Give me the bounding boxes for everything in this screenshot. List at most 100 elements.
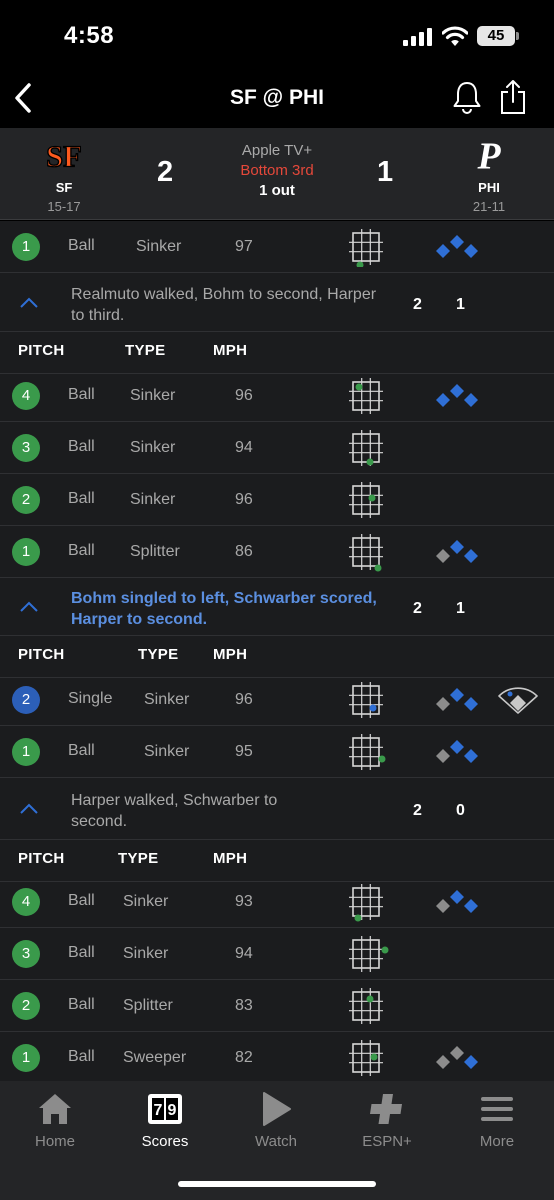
pitch-number-badge: 1 (12, 1044, 40, 1072)
pitch-speed: 95 (235, 743, 253, 760)
espn-plus-icon (370, 1094, 402, 1124)
tab-label: Watch (255, 1133, 297, 1150)
pitch-speed: 82 (235, 1049, 253, 1066)
play-description: Bohm singled to left, Schwarber scored, … (71, 590, 377, 628)
tab-label: More (479, 1133, 515, 1150)
header-pitch: PITCH (18, 646, 65, 663)
away-team[interactable]: SF SF 15-17 (24, 128, 104, 214)
collapse-chevron-icon[interactable] (18, 600, 40, 614)
game-score-header[interactable]: SF SF 15-17 2 Apple TV+ Bottom 3rd 1 out… (0, 128, 554, 220)
play-summary-row[interactable]: Realmuto walked, Bohm to second, Harper … (0, 274, 554, 332)
tab-watch[interactable]: Watch (221, 1091, 331, 1150)
pitch-row[interactable]: 4 Ball Sinker 96 (0, 370, 554, 422)
strike-zone-icon (348, 883, 384, 922)
pitch-number-badge: 2 (12, 992, 40, 1020)
pitch-row[interactable]: 1 Ball Sinker 97 (0, 221, 554, 273)
pitch-speed: 94 (235, 439, 253, 456)
pitch-type: Sweeper (123, 1049, 187, 1066)
away-runs: 2 (413, 600, 422, 617)
pitch-result: Ball (68, 944, 95, 961)
pitch-row[interactable]: 4 Ball Sinker 93 (0, 876, 554, 928)
menu-icon (481, 1097, 513, 1121)
svg-text:7: 7 (154, 1102, 163, 1119)
home-runs: 1 (456, 296, 465, 313)
pitch-row[interactable]: 1 Ball Splitter 86 (0, 526, 554, 578)
game-status: Apple TV+ Bottom 3rd 1 out (177, 142, 377, 199)
away-score: 2 (157, 156, 174, 188)
broadcast-network: Apple TV+ (241, 142, 313, 159)
pitch-row[interactable]: 2 Single Sinker 96 (0, 674, 554, 726)
play-description: Realmuto walked, Bohm to second, Harper … (71, 286, 377, 324)
home-team-abbr: PHI (478, 180, 500, 195)
pitch-row[interactable]: 2 Ball Splitter 83 (0, 980, 554, 1032)
scores-icon: 7 9 (148, 1094, 182, 1124)
pitch-number-badge: 1 (12, 233, 40, 261)
play-by-play-list[interactable]: 1 Ball Sinker 97 Realmuto walked, Bohm t… (0, 221, 554, 1081)
pitch-result: Ball (68, 237, 95, 254)
strike-zone-icon (348, 533, 384, 572)
strike-zone-icon (348, 987, 384, 1025)
tab-more[interactable]: More (442, 1091, 552, 1150)
tab-scores[interactable]: 7 9 Scores (110, 1091, 220, 1150)
pitch-result: Ball (68, 542, 95, 559)
pitch-row[interactable]: 1 Ball Sweeper 82 (0, 1032, 554, 1081)
away-runs: 2 (413, 802, 422, 819)
pitch-table-header: PITCH TYPE MPH (0, 636, 554, 678)
pitch-number-badge: 3 (12, 940, 40, 968)
pitch-type: Sinker (144, 691, 190, 708)
away-team-record: 15-17 (47, 199, 81, 214)
play-description: Harper walked, Schwarber to second. (71, 792, 278, 830)
play-summary-row[interactable]: Bohm singled to left, Schwarber scored, … (0, 578, 554, 636)
pitch-type: Sinker (136, 238, 182, 255)
pitch-result: Ball (68, 996, 95, 1013)
pitch-result: Ball (68, 386, 95, 403)
bell-icon[interactable] (452, 80, 482, 114)
strike-zone-icon (348, 935, 389, 973)
hit-location-icon[interactable] (496, 682, 540, 716)
pitch-row[interactable]: 3 Ball Sinker 94 (0, 422, 554, 474)
pitch-row[interactable]: 1 Ball Sinker 95 (0, 726, 554, 778)
pitch-row[interactable]: 2 Ball Sinker 96 (0, 474, 554, 526)
pitch-type: Sinker (123, 945, 169, 962)
home-icon (39, 1094, 71, 1124)
bases-icon (436, 688, 478, 711)
inning-status: Bottom 3rd (240, 162, 314, 179)
collapse-chevron-icon[interactable] (18, 296, 40, 310)
phillies-logo: P (476, 136, 501, 178)
header-mph: MPH (213, 342, 248, 359)
pitch-type: Sinker (144, 743, 190, 760)
pitch-speed: 96 (235, 491, 253, 508)
play-summary-row[interactable]: Harper walked, Schwarber to second. 2 0 (0, 778, 554, 840)
pitch-number-badge: 1 (12, 538, 40, 566)
header-type: TYPE (138, 646, 179, 663)
bases-icon (436, 740, 478, 763)
pitch-number-badge: 4 (12, 382, 40, 410)
strike-zone-icon (348, 681, 384, 719)
pitch-type: Sinker (130, 439, 176, 456)
home-indicator[interactable] (178, 1181, 376, 1187)
home-runs: 0 (456, 802, 465, 819)
header-type: TYPE (118, 850, 159, 867)
pitch-number-badge: 2 (12, 486, 40, 514)
pitch-row[interactable]: 3 Ball Sinker 94 (0, 928, 554, 980)
collapse-chevron-icon[interactable] (18, 802, 40, 816)
strike-zone-icon (348, 1039, 384, 1077)
share-icon[interactable] (498, 79, 528, 115)
tab-espn-plus[interactable]: ESPN+ (332, 1091, 442, 1150)
home-runs: 1 (456, 600, 465, 617)
bases-icon (436, 540, 478, 563)
pitch-type: Sinker (130, 491, 176, 508)
header-pitch: PITCH (18, 342, 65, 359)
tab-label: Home (34, 1133, 75, 1150)
bases-icon (436, 1046, 478, 1069)
home-team[interactable]: P PHI 21-11 (449, 128, 529, 215)
tab-home[interactable]: Home (0, 1091, 110, 1150)
pitch-speed: 93 (235, 893, 253, 910)
away-team-abbr: SF (55, 180, 73, 195)
away-runs: 2 (413, 296, 422, 313)
pitch-result: Ball (68, 1048, 95, 1065)
header-pitch: PITCH (18, 850, 65, 867)
pitch-number-badge: 2 (12, 686, 40, 714)
play-icon (263, 1092, 291, 1126)
svg-text:P: P (476, 136, 501, 178)
